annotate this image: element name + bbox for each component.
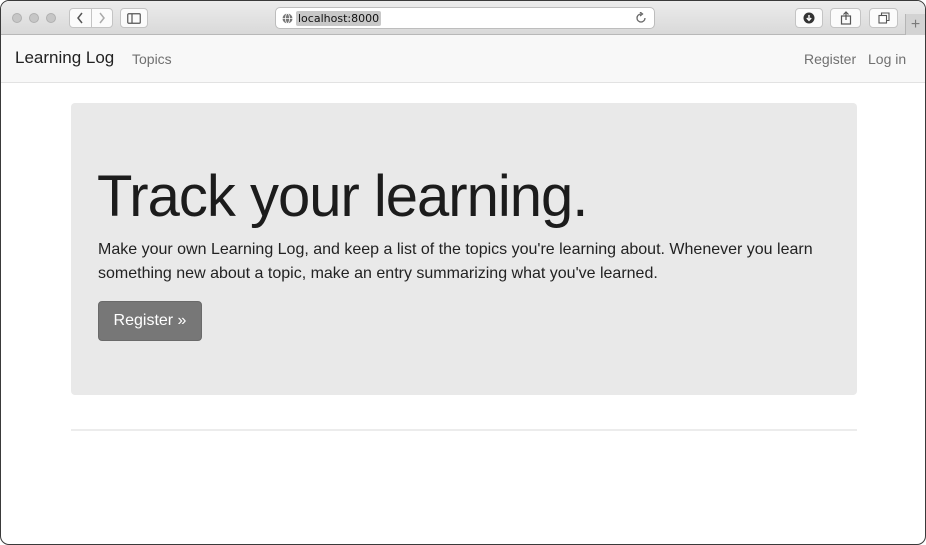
download-icon (803, 12, 815, 24)
section-divider (71, 429, 857, 431)
sidebar-icon (127, 12, 141, 24)
nav-link-login[interactable]: Log in (868, 51, 906, 67)
share-button[interactable] (830, 8, 861, 28)
share-icon (840, 11, 851, 25)
tabs-overview-button[interactable] (869, 8, 898, 28)
nav-link-topics[interactable]: Topics (132, 51, 172, 67)
brand-link[interactable]: Learning Log (15, 48, 114, 68)
page-title: Track your learning. (97, 164, 588, 229)
nav-link-register[interactable]: Register (804, 51, 856, 67)
new-tab-button[interactable]: + (905, 14, 925, 35)
reload-icon[interactable] (635, 12, 647, 24)
globe-icon (282, 13, 293, 24)
browser-window: localhost:8000 + Learning Log Topics Reg… (0, 0, 926, 545)
address-bar[interactable]: localhost:8000 (275, 7, 655, 29)
close-window-button[interactable] (12, 13, 22, 23)
downloads-button[interactable] (795, 8, 823, 28)
back-button[interactable] (70, 9, 91, 27)
tabs-icon (877, 12, 890, 24)
history-navigation (69, 8, 113, 28)
jumbotron: Track your learning. Make your own Learn… (71, 103, 857, 395)
browser-toolbar: localhost:8000 + (1, 1, 925, 35)
site-navbar: Learning Log Topics Register Log in (1, 35, 925, 83)
chevron-left-icon (77, 12, 84, 24)
address-url[interactable]: localhost:8000 (296, 11, 382, 26)
minimize-window-button[interactable] (29, 13, 39, 23)
forward-button[interactable] (90, 9, 112, 27)
sidebar-toggle-button[interactable] (120, 8, 148, 28)
register-button[interactable]: Register » (98, 301, 202, 341)
chevron-right-icon (99, 12, 105, 24)
zoom-window-button[interactable] (46, 13, 56, 23)
lead-paragraph: Make your own Learning Log, and keep a l… (98, 241, 813, 282)
